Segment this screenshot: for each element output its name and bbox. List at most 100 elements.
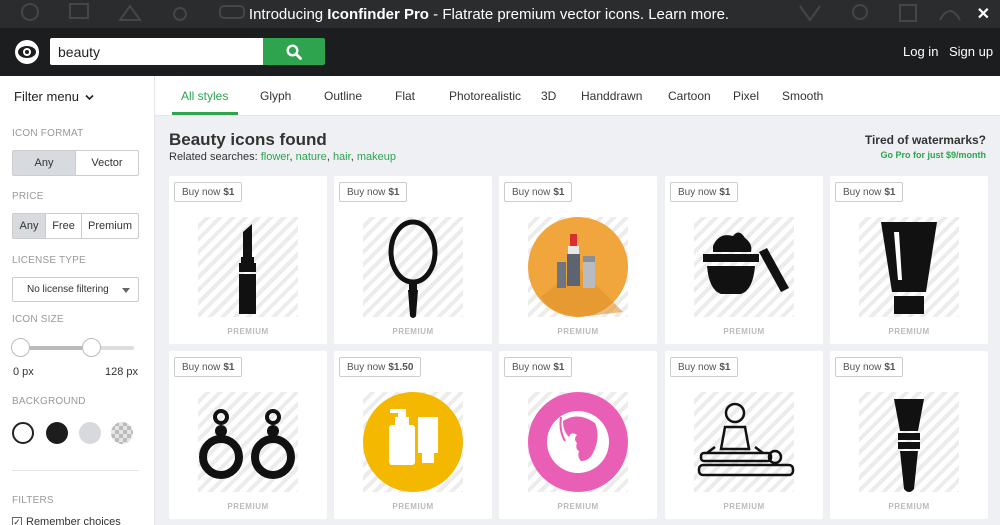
premium-badge: PREMIUM	[392, 327, 434, 336]
icon-card[interactable]: Buy now $1 PREMIUM	[830, 176, 988, 344]
icon-format-toggle: Any Vector	[12, 150, 139, 176]
bg-transparent-swatch[interactable]	[111, 422, 133, 444]
price-any-option[interactable]: Any	[13, 214, 46, 238]
premium-badge: PREMIUM	[227, 502, 269, 511]
bg-white-swatch[interactable]	[12, 422, 34, 444]
license-select-value: No license filtering	[27, 284, 109, 295]
premium-badge: PREMIUM	[557, 327, 599, 336]
remember-choices-label: Remember choices	[26, 516, 121, 525]
icon-card[interactable]: Buy now $1 PREMIUM	[169, 176, 327, 344]
active-tab-indicator	[172, 112, 238, 115]
tab-handdrawn[interactable]: Handdrawn	[581, 89, 642, 103]
makeup-brush-icon	[894, 399, 924, 492]
header: Log in Sign up	[0, 28, 1000, 76]
tab-3d[interactable]: 3D	[541, 89, 556, 103]
icon-card[interactable]: Buy now $1 PREMIUM	[665, 176, 823, 344]
buy-now-button[interactable]: Buy now $1	[504, 357, 573, 377]
icon-size-label: ICON SIZE	[12, 314, 64, 325]
price-toggle: Any Free Premium	[12, 213, 139, 239]
buy-now-button[interactable]: Buy now $1	[174, 182, 243, 202]
checkbox-checked-icon: ✓	[12, 517, 22, 525]
tab-outline[interactable]: Outline	[324, 89, 362, 103]
tab-smooth[interactable]: Smooth	[782, 89, 823, 103]
login-link[interactable]: Log in	[903, 44, 938, 59]
tab-pixel[interactable]: Pixel	[733, 89, 759, 103]
icon-card[interactable]: Buy now $1.50 PREMIUM	[334, 351, 492, 519]
buy-now-button[interactable]: Buy now $1	[835, 357, 904, 377]
search-icon	[286, 43, 302, 60]
license-select[interactable]: No license filtering	[12, 277, 139, 302]
bg-black-swatch[interactable]	[46, 422, 68, 444]
pro-promo-link[interactable]: Go Pro for just $9/month	[865, 150, 986, 160]
related-link-flower[interactable]: flower	[261, 151, 290, 163]
chevron-down-icon	[85, 94, 94, 101]
premium-badge: PREMIUM	[557, 502, 599, 511]
related-link-makeup[interactable]: makeup	[357, 151, 396, 163]
premium-badge: PREMIUM	[392, 502, 434, 511]
premium-badge: PREMIUM	[227, 327, 269, 336]
icon-card[interactable]: Buy now $1 PREMIUM	[499, 351, 657, 519]
woman-face-icon	[528, 392, 628, 492]
hand-mirror-icon	[388, 219, 438, 318]
lipstick-icon	[239, 224, 256, 314]
tab-cartoon[interactable]: Cartoon	[668, 89, 711, 103]
buy-now-button[interactable]: Buy now $1	[670, 182, 739, 202]
earrings-icon	[199, 409, 295, 479]
tab-flat[interactable]: Flat	[395, 89, 415, 103]
caret-down-icon	[122, 288, 130, 293]
related-link-nature[interactable]: nature	[296, 151, 327, 163]
cream-jar-icon	[703, 232, 789, 294]
buy-now-button[interactable]: Buy now $1.50	[339, 357, 422, 377]
size-slider-max-handle[interactable]	[82, 338, 101, 357]
bg-grey-swatch[interactable]	[79, 422, 101, 444]
promo-bar[interactable]: Introducing Iconfinder Pro - Flatrate pr…	[0, 0, 1000, 28]
sidebar-divider	[12, 470, 139, 471]
style-tabs: All styles Glyph Outline Flat Photoreali…	[155, 76, 1000, 116]
filter-menu-label: Filter menu	[14, 89, 80, 104]
buy-now-button[interactable]: Buy now $1	[504, 182, 573, 202]
remember-choices-checkbox[interactable]: ✓ Remember choices	[12, 516, 121, 525]
price-label: PRICE	[12, 191, 44, 202]
massage-icon	[697, 402, 795, 477]
icon-card[interactable]: Buy now $1 PREMIUM	[334, 176, 492, 344]
search-button[interactable]	[263, 38, 325, 65]
tab-photorealistic[interactable]: Photorealistic	[449, 89, 521, 103]
premium-badge: PREMIUM	[888, 502, 930, 511]
icon-card[interactable]: Buy now $1 PREMIUM	[830, 351, 988, 519]
pro-promo[interactable]: Tired of watermarks? Go Pro for just $9/…	[865, 133, 986, 160]
promo-text[interactable]: Introducing Iconfinder Pro - Flatrate pr…	[0, 6, 978, 23]
lotion-bottles-icon	[363, 392, 463, 492]
icon-card[interactable]: Buy now $1 PREMIUM	[665, 351, 823, 519]
buy-now-button[interactable]: Buy now $1	[174, 357, 243, 377]
related-link-hair[interactable]: hair	[333, 151, 351, 163]
size-slider-min-handle[interactable]	[11, 338, 30, 357]
premium-badge: PREMIUM	[888, 327, 930, 336]
signup-link[interactable]: Sign up	[949, 44, 993, 59]
search-input[interactable]	[50, 38, 263, 65]
tab-glyph[interactable]: Glyph	[260, 89, 291, 103]
buy-now-button[interactable]: Buy now $1	[835, 182, 904, 202]
buy-now-button[interactable]: Buy now $1	[670, 357, 739, 377]
cream-tube-icon	[881, 222, 937, 314]
icon-card[interactable]: Buy now $1 PREMIUM	[499, 176, 657, 344]
tab-all-styles[interactable]: All styles	[181, 89, 228, 103]
premium-badge: PREMIUM	[723, 327, 765, 336]
size-max-value: 128 px	[105, 366, 139, 378]
format-any-option[interactable]: Any	[13, 151, 76, 175]
price-free-option[interactable]: Free	[46, 214, 82, 238]
promo-brand: Iconfinder Pro	[327, 6, 429, 23]
price-premium-option[interactable]: Premium	[82, 214, 138, 238]
iconfinder-logo-icon[interactable]	[14, 39, 40, 65]
icon-card[interactable]: Buy now $1 PREMIUM	[169, 351, 327, 519]
buy-now-button[interactable]: Buy now $1	[339, 182, 408, 202]
format-vector-option[interactable]: Vector	[76, 151, 138, 175]
promo-rest: - Flatrate premium vector icons. Learn m…	[428, 6, 730, 23]
size-min-value: 0 px	[13, 366, 34, 378]
filters-label: FILTERS	[12, 495, 54, 506]
close-icon[interactable]: ✕	[977, 4, 990, 24]
icon-format-label: ICON FORMAT	[12, 128, 84, 139]
related-prefix: Related searches:	[169, 151, 258, 163]
pro-promo-heading: Tired of watermarks?	[864, 133, 986, 147]
filter-menu-toggle[interactable]: Filter menu	[14, 89, 94, 104]
related-searches: Related searches: flower, nature, hair, …	[169, 151, 396, 163]
